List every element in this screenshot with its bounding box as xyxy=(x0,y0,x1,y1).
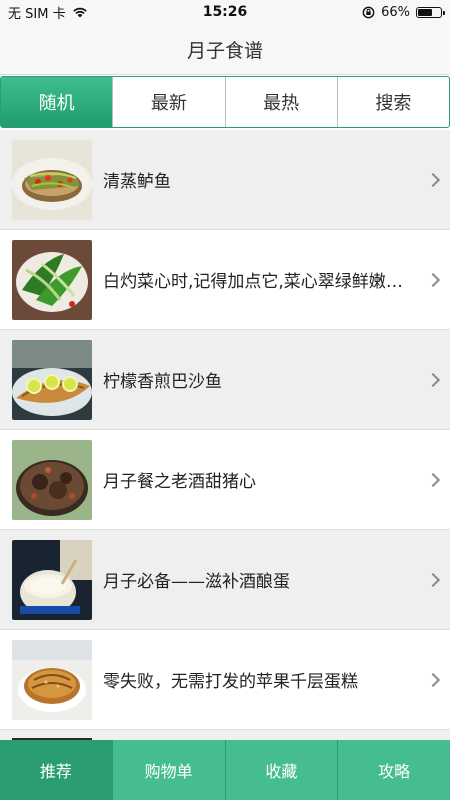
bottom-tab-shopping-list[interactable]: 购物单 xyxy=(111,740,225,800)
rotation-lock-icon xyxy=(362,6,375,18)
list-item[interactable]: 白灼菜心时,记得加点它,菜心翠绿鲜嫩不发黄 xyxy=(0,230,450,330)
recipe-thumbnail xyxy=(12,539,92,620)
recipe-thumbnail xyxy=(12,339,92,420)
list-item[interactable]: 月子餐之老酒甜猪心 xyxy=(0,430,450,530)
recipe-title: 月子餐之老酒甜猪心 xyxy=(103,472,256,492)
recipe-title: 柠檬香煎巴沙鱼 xyxy=(103,372,222,392)
status-bar: 无 SIM 卡 15:26 66% xyxy=(0,0,450,24)
segmented-tabs: 随机 最新 最热 搜索 xyxy=(0,76,450,128)
tab-latest[interactable]: 最新 xyxy=(112,77,224,127)
chevron-right-icon xyxy=(425,572,441,587)
list-item[interactable]: 柠檬香煎巴沙鱼 xyxy=(0,330,450,430)
battery-level xyxy=(418,8,432,16)
chevron-right-icon xyxy=(425,272,441,287)
chevron-right-icon xyxy=(425,672,441,687)
battery-icon xyxy=(416,6,445,18)
list-item-partial xyxy=(0,730,450,740)
bottom-tab-bar: 推荐 购物单 收藏 攻略 xyxy=(0,740,450,800)
chevron-right-icon xyxy=(425,372,441,387)
battery-percent: 66% xyxy=(381,4,410,20)
list-item[interactable]: 零失败，无需打发的苹果千层蛋糕 xyxy=(0,630,450,730)
recipe-thumbnail xyxy=(12,239,92,320)
chevron-right-icon xyxy=(425,472,441,487)
tab-search[interactable]: 搜索 xyxy=(336,77,449,127)
recipe-title: 月子必备——滋补酒酿蛋 xyxy=(103,572,290,592)
recipe-title: 零失败，无需打发的苹果千层蛋糕 xyxy=(103,672,358,692)
recipe-thumbnail xyxy=(12,639,92,720)
bottom-tab-recommend[interactable]: 推荐 xyxy=(0,740,112,800)
tab-hottest[interactable]: 最热 xyxy=(224,77,337,127)
recipe-list: 清蒸鲈鱼 白灼菜心时,记得加点它,菜心翠绿鲜嫩不发黄 柠檬香煎巴沙鱼 月子餐之老… xyxy=(0,130,450,740)
recipe-thumbnail xyxy=(12,439,92,520)
chevron-right-icon xyxy=(425,172,441,187)
recipe-title: 清蒸鲈鱼 xyxy=(103,172,171,192)
page-title: 月子食谱 xyxy=(186,39,263,62)
bottom-tab-favorites[interactable]: 收藏 xyxy=(224,740,338,800)
nav-bar: 月子食谱 xyxy=(0,24,450,75)
list-item[interactable]: 清蒸鲈鱼 xyxy=(0,130,450,230)
tab-random[interactable]: 随机 xyxy=(1,77,113,127)
app-screen: 无 SIM 卡 15:26 66% 月子食谱 随机 最新 最热 搜索 清蒸鲈鱼 … xyxy=(0,0,450,800)
list-item[interactable]: 月子必备——滋补酒酿蛋 xyxy=(0,530,450,630)
recipe-thumbnail xyxy=(12,139,92,220)
recipe-title: 白灼菜心时,记得加点它,菜心翠绿鲜嫩不发黄 xyxy=(103,272,408,292)
bottom-tab-guide[interactable]: 攻略 xyxy=(337,740,450,800)
